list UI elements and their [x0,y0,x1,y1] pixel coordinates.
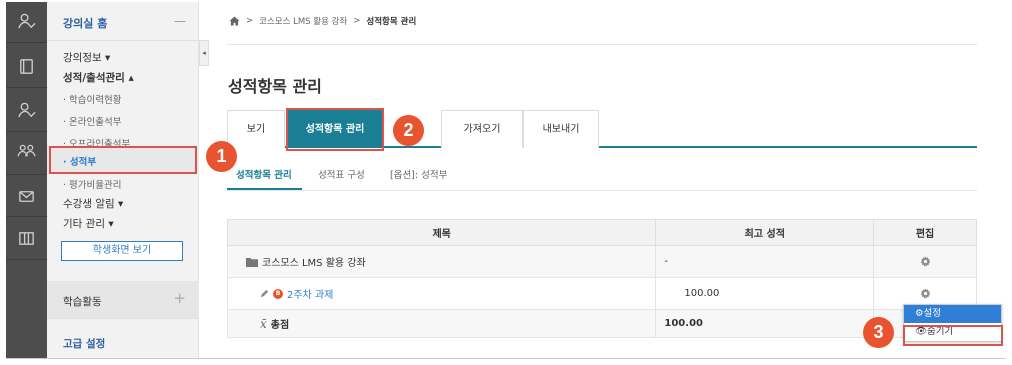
book-icon[interactable] [17,57,36,76]
total-title: 총점 [270,320,290,331]
sidebar-item-learning-history[interactable]: · 학습이력현황 [63,92,121,106]
icon-rail [6,2,47,358]
sidebar-item-online-attendance[interactable]: · 온라인출석부 [63,114,121,128]
subtab-grade-setup[interactable]: 성적표 구성 [318,167,365,181]
mail-icon[interactable] [17,187,36,206]
grade-items-table: 제목 최고 성적 편집 코스모스 LMS 활용 강좌 - B 2주차 과제 10… [226,219,977,338]
tab-export[interactable]: 내보내기 [523,110,599,148]
collapse-home-button[interactable]: — [174,14,186,28]
menu-highlight-box [903,325,1003,346]
assignment-icon: B [273,288,283,299]
course-home-link[interactable]: 강의실 홈 [63,15,107,31]
tab-import[interactable]: 가져오기 [441,110,523,148]
sidebar-item-student-notice[interactable]: 수강생 알림 ▾ [63,196,123,211]
user-icon[interactable] [17,12,36,31]
library-icon[interactable] [17,229,36,248]
student-view-button[interactable]: 학생화면 보기 [61,241,183,261]
header-max-grade: 최고 성적 [655,219,875,246]
table-header-row: 제목 최고 성적 편집 [226,219,977,246]
breadcrumb-current: 성적항목 관리 [366,17,417,27]
total-symbol: x̄ [260,316,267,331]
table-row: B 2주차 과제 100.00 [226,277,977,310]
sidebar-item-grade-attendance[interactable]: 성적/출석관리 ▴ [63,70,134,85]
assignment-link[interactable]: 2주차 과제 [287,286,333,301]
assignment-max-grade[interactable]: 100.00 [655,277,875,310]
group-icon[interactable] [17,142,36,161]
sidebar-item-other-admin[interactable]: 기타 관리 ▾ [63,216,114,231]
step-callout-2: 2 [393,115,424,146]
breadcrumb-separator: > [246,16,254,26]
step-callout-1: 1 [206,141,237,172]
sidebar-item-evaluation-ratio[interactable]: · 평가비율관리 [63,177,121,191]
tab-view[interactable]: 보기 [227,110,285,148]
activity-add-button[interactable]: + [173,289,186,307]
sidebar-item-course-info[interactable]: 강의정보 ▾ [63,50,110,65]
subtab-grade-items[interactable]: 성적항목 관리 [236,167,292,181]
advanced-settings-link[interactable]: 고급 설정 [63,336,105,351]
gear-icon[interactable] [874,256,976,267]
menu-item-settings[interactable]: ⚙설정 [904,305,1001,323]
header-title: 제목 [226,219,657,246]
step-callout-3: 3 [863,317,894,348]
breadcrumb-course[interactable]: 코스모스 LMS 활용 강좌 [259,15,347,27]
page-title: 성적항목 관리 [228,77,322,96]
home-icon[interactable] [229,16,240,26]
table-row: 코스모스 LMS 활용 강좌 - [226,245,977,278]
gear-icon[interactable] [874,288,976,299]
gradebook-highlight-box [49,146,197,174]
category-max-grade: - [655,245,875,278]
breadcrumb: > 코스모스 LMS 활용 강좌 > 성적항목 관리 [229,15,416,27]
subtab-options[interactable]: [옵션]: 성적부 [390,167,447,181]
pencil-icon [260,289,269,298]
tab-highlight-box [286,108,384,151]
total-max-grade: 100.00 [655,309,875,338]
folder-icon [246,257,258,267]
header-edit: 편집 [873,219,977,246]
user-icon[interactable] [17,101,36,120]
activity-label[interactable]: 학습활동 [63,294,102,309]
category-title: 코스모스 LMS 활용 강좌 [262,258,366,269]
course-sidebar: 강의실 홈 — 강의정보 ▾ 성적/출석관리 ▴ · 학습이력현황 · 온라인출… [47,2,199,358]
breadcrumb-separator: > [353,16,361,26]
sidebar-collapse-handle[interactable]: ◂ [199,40,209,66]
